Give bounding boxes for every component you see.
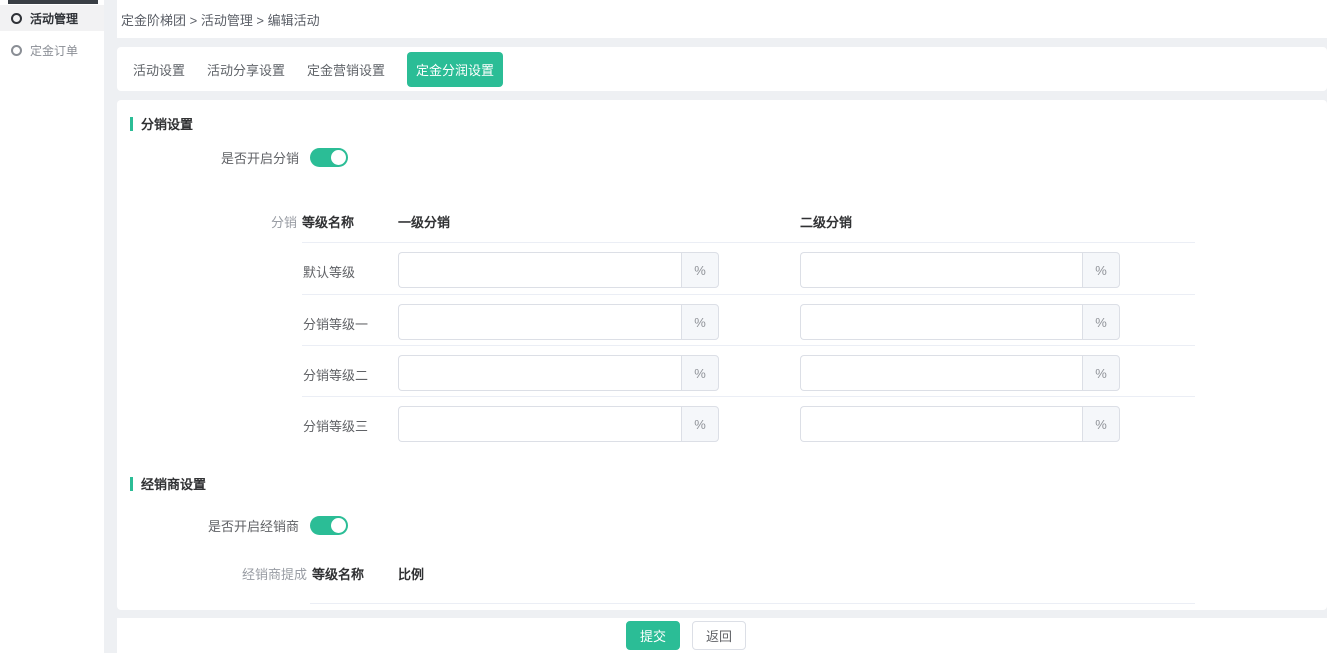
row-level-name: 默认等级	[303, 262, 355, 281]
column-header-level-name: 等级名称	[302, 212, 354, 231]
percent-suffix: %	[681, 355, 719, 391]
tab-deposit-profit-settings[interactable]: 定金分润设置	[407, 52, 503, 87]
footer-buttons: 提交 返回	[626, 621, 746, 650]
switch-knob	[331, 150, 346, 165]
column-header-level2: 二级分销	[800, 212, 852, 231]
section-title-dealer: 经销商设置	[130, 474, 206, 493]
dealer-table-divider	[310, 603, 1195, 604]
table-row: 默认等级 % %	[302, 242, 1195, 294]
sidebar-item-activity-management[interactable]: 活动管理	[0, 5, 104, 31]
level1-percent-input[interactable]	[398, 355, 681, 391]
percent-suffix: %	[681, 406, 719, 442]
sidebar-top-divider	[8, 0, 98, 4]
section-accent-bar	[130, 477, 133, 491]
tabs-bar: 活动设置 活动分享设置 定金营销设置 定金分润设置	[117, 47, 1327, 91]
sidebar-item-label: 活动管理	[30, 10, 78, 27]
level1-percent-input[interactable]	[398, 406, 681, 442]
level1-percent-input[interactable]	[398, 252, 681, 288]
footer-bar: 提交 返回	[117, 618, 1327, 653]
tab-deposit-marketing-settings[interactable]: 定金营销设置	[307, 60, 385, 79]
submit-button[interactable]: 提交	[626, 621, 680, 650]
percent-suffix: %	[1082, 406, 1120, 442]
distribution-table-label: 分销	[197, 212, 297, 231]
dealer-toggle-row: 是否开启经销商	[117, 516, 348, 535]
tab-activity-settings[interactable]: 活动设置	[133, 60, 185, 79]
back-button[interactable]: 返回	[692, 621, 746, 650]
section-title-text: 经销商设置	[141, 474, 206, 493]
percent-suffix: %	[1082, 252, 1120, 288]
section-title-text: 分销设置	[141, 114, 193, 133]
distribution-toggle-row: 是否开启分销	[117, 148, 348, 167]
percent-suffix: %	[1082, 355, 1120, 391]
dealer-toggle-switch[interactable]	[310, 516, 348, 535]
level2-percent-input[interactable]	[800, 355, 1082, 391]
tab-activity-share-settings[interactable]: 活动分享设置	[207, 60, 285, 79]
row-level-name: 分销等级三	[303, 416, 368, 435]
percent-suffix: %	[681, 304, 719, 340]
level2-percent-input[interactable]	[800, 304, 1082, 340]
table-row: 分销等级三 % %	[302, 396, 1195, 448]
dealer-toggle-label: 是否开启经销商	[117, 516, 299, 535]
sidebar-item-deposit-orders[interactable]: 定金订单	[0, 37, 104, 63]
section-accent-bar	[130, 117, 133, 131]
sidebar-item-label: 定金订单	[30, 42, 78, 59]
table-row: 分销等级二 % %	[302, 345, 1195, 397]
column-header-ratio: 比例	[398, 564, 424, 583]
row-level-name: 分销等级一	[303, 314, 368, 333]
row-level-name: 分销等级二	[303, 365, 368, 384]
distribution-toggle-label: 是否开启分销	[117, 148, 299, 167]
breadcrumb[interactable]: 定金阶梯团 > 活动管理 > 编辑活动	[121, 10, 320, 29]
distribution-toggle-switch[interactable]	[310, 148, 348, 167]
sidebar: 活动管理 定金订单	[0, 0, 104, 653]
column-header-level1: 一级分销	[398, 212, 450, 231]
column-header-level-name: 等级名称	[312, 564, 364, 583]
switch-knob	[331, 518, 346, 533]
dealer-table-label: 经销商提成	[177, 564, 307, 583]
section-title-distribution: 分销设置	[130, 114, 193, 133]
table-row: 分销等级一 % %	[302, 294, 1195, 346]
form-card: 分销设置 是否开启分销 分销 等级名称 一级分销 二级分销 默认等级 % % 分…	[117, 100, 1327, 610]
breadcrumb-bar: 定金阶梯团 > 活动管理 > 编辑活动	[117, 0, 1327, 38]
level2-percent-input[interactable]	[800, 406, 1082, 442]
circle-icon	[11, 45, 22, 56]
circle-icon	[11, 13, 22, 24]
percent-suffix: %	[681, 252, 719, 288]
percent-suffix: %	[1082, 304, 1120, 340]
level2-percent-input[interactable]	[800, 252, 1082, 288]
level1-percent-input[interactable]	[398, 304, 681, 340]
